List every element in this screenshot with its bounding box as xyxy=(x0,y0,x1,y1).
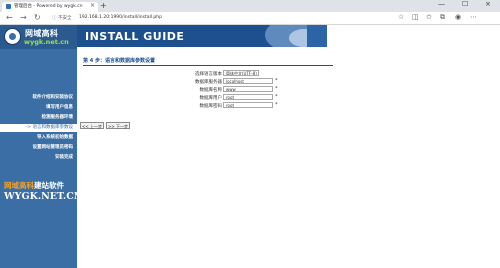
db-password-input[interactable]: root xyxy=(223,102,273,108)
site-info-icon[interactable]: ⓘ xyxy=(52,15,57,21)
back-icon[interactable]: ← xyxy=(6,13,13,22)
db-host-input[interactable]: localhost xyxy=(223,78,273,84)
favicon-icon xyxy=(6,4,11,9)
required-mark: * xyxy=(275,86,278,92)
profile-icon[interactable]: ◉ xyxy=(455,13,461,21)
browser-tab[interactable]: 管理后台 - Powered by wygk.cn × xyxy=(2,2,98,12)
new-tab-button[interactable]: + xyxy=(100,1,107,10)
banner-title: INSTALL GUIDE xyxy=(85,30,185,43)
address-bar[interactable]: 192.168.1.20:1990/install/install.php xyxy=(79,15,162,20)
browser-tab-bar: 管理后台 - Powered by wygk.cn × + — ☐ × xyxy=(0,0,500,12)
next-step-button[interactable]: >> 下一步 xyxy=(106,122,130,129)
step-title: 第 4 步：语言和数据库参数设置 xyxy=(83,58,155,64)
logo: 网域高科 wygk.net.cn xyxy=(0,25,77,49)
minimize-button[interactable]: — xyxy=(438,0,445,8)
maximize-button[interactable]: ☐ xyxy=(462,0,468,8)
title-divider xyxy=(83,65,333,66)
sidebar-item-finish: 安装完成 xyxy=(55,155,73,160)
not-secure-label: 不安全 xyxy=(58,16,72,21)
db-host-label: 数据库服务器 xyxy=(195,80,222,85)
sidebar-item-user-info: 填写用户信息 xyxy=(46,105,73,110)
language-select[interactable]: 简体中文(UTF-8) xyxy=(223,70,259,76)
required-mark: * xyxy=(275,102,278,108)
logo-domain: wygk.net.cn xyxy=(24,38,69,46)
required-mark: * xyxy=(275,78,278,84)
tab-close-icon[interactable]: × xyxy=(90,2,95,9)
reload-icon[interactable]: ↻ xyxy=(34,13,41,22)
language-label: 选择语言版本 xyxy=(195,72,222,77)
sidebar-item-import-data: 导入系统初始数据 xyxy=(37,135,73,140)
sidebar-item-env-check: 检测服务器环境 xyxy=(41,115,74,120)
db-user-label: 数据库用户 xyxy=(199,96,223,101)
close-window-button[interactable]: × xyxy=(485,0,491,8)
logo-emblem-icon xyxy=(4,28,21,45)
collections-icon[interactable]: ⧉ xyxy=(440,13,445,22)
brand-domain: WYGK.NET.CN xyxy=(4,191,83,202)
favorites-icon[interactable]: ✩ xyxy=(426,13,432,21)
sidebar: 网域高科 wygk.net.cn 软件介绍和安装协议 填写用户信息 检测服务器环… xyxy=(0,25,82,268)
prev-step-button[interactable]: << 上一步 xyxy=(80,122,104,129)
browser-toolbar: ← → ↻ ⓘ 不安全 192.168.1.20:1990/install/in… xyxy=(0,12,500,25)
sidebar-item-license: 软件介绍和安装协议 xyxy=(32,95,74,100)
db-name-label: 数据库名称 xyxy=(199,88,223,93)
header-banner: INSTALL GUIDE xyxy=(77,25,327,47)
split-screen-icon[interactable]: ◫ xyxy=(412,13,419,21)
forward-icon[interactable]: → xyxy=(20,13,27,22)
required-mark: * xyxy=(275,94,278,100)
more-menu-icon[interactable]: ⋯ xyxy=(470,13,477,21)
sidebar-item-db-settings: -> 语言和数据库参数设 xyxy=(0,124,77,132)
tab-title: 管理后台 - Powered by wygk.cn xyxy=(14,4,83,9)
star-icon[interactable]: ☆ xyxy=(398,13,404,21)
db-name-input[interactable]: www xyxy=(223,86,273,92)
sidebar-item-admin-password: 设置网站管理员密码 xyxy=(32,145,74,150)
db-user-input[interactable]: root xyxy=(223,94,273,100)
banner-decoration xyxy=(307,25,327,47)
install-page: 网域高科 wygk.net.cn 软件介绍和安装协议 填写用户信息 检测服务器环… xyxy=(0,25,500,268)
brand-name: 网域高科建站软件 xyxy=(4,181,64,190)
db-password-label: 数据库密码 xyxy=(199,104,223,109)
